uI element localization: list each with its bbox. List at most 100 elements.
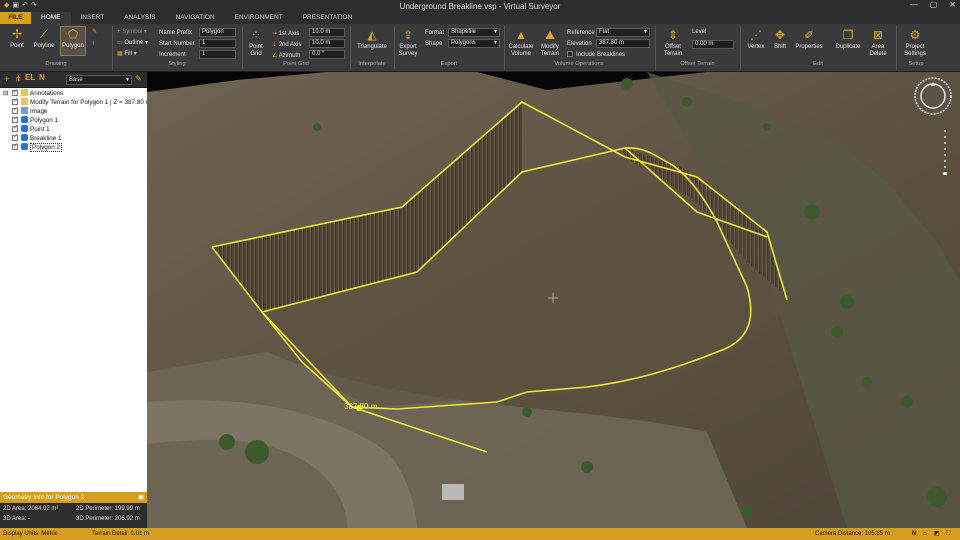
tab-home[interactable]: HOME xyxy=(31,12,71,24)
vertex-button[interactable]: ⋰ Vertex xyxy=(745,28,767,51)
shift-button[interactable]: ✥ Shift xyxy=(770,28,790,51)
layer-tree: ⊟ Annotations Modify Terrain for Polygon … xyxy=(0,88,151,152)
tree-item-polygon-1[interactable]: Polygon 1 xyxy=(0,115,147,125)
polygon-icon: ⬠ xyxy=(67,27,79,41)
terrain-scene[interactable]: 387.80 m xyxy=(147,72,960,528)
tab-navigation[interactable]: NAVIGATION xyxy=(166,12,225,24)
name-prefix-input[interactable]: Polygon xyxy=(199,28,236,37)
point-label: Point xyxy=(10,43,24,49)
azimuth-text: Azimuth xyxy=(278,53,301,59)
visibility-checkbox[interactable] xyxy=(12,124,18,133)
second-axis-input[interactable]: 10.0 m xyxy=(309,39,345,48)
elevation-input[interactable]: 387.80 m xyxy=(596,39,650,48)
modify-terrain-button[interactable]: ⛰ Modify Terrain xyxy=(537,28,563,58)
tab-presentation[interactable]: PRESENTATION xyxy=(293,12,363,24)
triangulate-button[interactable]: ◭ Triangulate xyxy=(353,28,391,51)
folder-icon xyxy=(21,98,28,105)
increment-input[interactable]: 1 xyxy=(199,50,236,59)
tree-item-label: Polygon 2 xyxy=(30,143,63,152)
offset-terrain-button[interactable]: ⇕ Offset Terrain xyxy=(659,28,687,58)
hierarchy-icon[interactable]: ⋔ xyxy=(15,74,22,83)
snap-icon[interactable]: ⌇ xyxy=(92,40,95,47)
gear-icon: ⚙ xyxy=(909,28,921,42)
layer-select[interactable]: Base ▾ xyxy=(66,75,132,85)
close-button[interactable]: ✕ xyxy=(949,0,956,9)
tab-file[interactable]: FILE xyxy=(0,12,31,24)
tree-item-image[interactable]: Image xyxy=(0,106,147,116)
status-bar: Display Units: Metric Terrain Detail: 0.… xyxy=(0,528,960,540)
symbol-dropdown[interactable]: + Symbol ▾ xyxy=(117,28,147,35)
duplicate-button[interactable]: ❐ Duplicate xyxy=(833,28,863,51)
minimize-button[interactable]: — xyxy=(910,0,918,9)
north-toggle[interactable]: N xyxy=(39,73,45,82)
include-breaklines-checkbox[interactable]: Include Breaklines xyxy=(567,51,625,58)
visibility-checkbox[interactable] xyxy=(12,142,18,151)
terrain-detail: Terrain Detail: 0.01 m xyxy=(92,531,150,537)
perimeter-3d: 3D Perimeter: 206.92 m xyxy=(76,516,140,522)
tree-item-polygon-2[interactable]: Polygon 2 xyxy=(0,142,147,152)
window-title: Underground Breakline.vsp - Virtual Surv… xyxy=(399,2,561,11)
name-prefix-label: Name Prefix xyxy=(159,30,193,36)
pen-tool-icon[interactable]: ✎ xyxy=(92,28,97,35)
tree-item-point-1[interactable]: Point 1 xyxy=(0,124,147,134)
visibility-checkbox[interactable] xyxy=(12,115,18,124)
first-axis-input[interactable]: 10.0 m xyxy=(309,28,345,37)
polygon-button[interactable]: ⬠ Polygon xyxy=(60,26,86,56)
tab-insert[interactable]: INSERT xyxy=(71,12,115,24)
reference-select[interactable]: Flat ▾ xyxy=(596,28,650,37)
polyline-button[interactable]: ⟋ Polyline xyxy=(31,27,57,50)
tab-environment[interactable]: ENVIRONMENT xyxy=(225,12,293,24)
vertex-label: Vertex xyxy=(747,44,765,50)
add-icon[interactable]: + xyxy=(4,74,9,84)
fullscreen-icon[interactable]: ⛶ xyxy=(946,528,950,540)
export-survey-button[interactable]: ⇪ Export Survey xyxy=(396,28,420,58)
perimeter-2d: 2D Perimeter: 199.99 m xyxy=(76,506,140,512)
visibility-checkbox[interactable] xyxy=(12,106,18,115)
level-input[interactable]: 0.00 m xyxy=(692,40,734,49)
group-offset-label: Offset Terrain xyxy=(680,61,715,67)
tab-analysis[interactable]: ANALYSIS xyxy=(114,12,165,24)
visibility-checkbox[interactable] xyxy=(12,133,18,142)
shape-select[interactable]: Polygons ▾ xyxy=(448,39,500,48)
tree-item-annotations[interactable]: ⊟ Annotations xyxy=(0,88,147,98)
format-select[interactable]: Shapefile ▾ xyxy=(448,28,500,37)
project-settings-button[interactable]: ⚙ Project Settings xyxy=(900,28,930,58)
polyline-icon: ⟋ xyxy=(39,27,49,41)
azimuth-input[interactable]: 0.0 ° xyxy=(309,50,345,59)
calculate-volume-button[interactable]: ▲ Calculate Volume xyxy=(507,28,535,58)
duplicate-label: Duplicate xyxy=(835,44,861,50)
project-toolbar: + ⋔ EL N Base ▾ ✎ xyxy=(0,72,147,88)
north-button[interactable]: N xyxy=(912,528,916,540)
vehicle xyxy=(442,484,464,500)
point-button[interactable]: ✢ Point xyxy=(6,27,28,50)
point-grid-button[interactable]: ⁘ Point Grid xyxy=(245,28,267,58)
move-icon: ✥ xyxy=(774,28,786,42)
start-number-input[interactable]: 1 xyxy=(199,39,236,48)
properties-label: Properties xyxy=(795,44,823,50)
pencil-icon[interactable]: ✎ xyxy=(135,74,142,83)
collapse-icon[interactable]: ⊟ xyxy=(3,89,8,98)
area-delete-label: Area Delete xyxy=(869,44,887,57)
home-view-icon[interactable]: ⌂ xyxy=(923,528,927,540)
reference-value: Flat xyxy=(599,29,610,35)
outline-dropdown[interactable]: ▭ Outline ▾ xyxy=(117,39,148,46)
elevation-toggle[interactable]: EL xyxy=(25,73,35,82)
collapse-icon[interactable]: ▣ xyxy=(138,492,144,503)
calculate-volume-label: Calculate Volume xyxy=(508,44,534,57)
top-view-icon[interactable]: ◩ xyxy=(934,528,940,540)
properties-button[interactable]: ✐ Properties xyxy=(793,28,825,51)
shape-value: Polygons xyxy=(451,40,476,46)
volume-icon: ▲ xyxy=(515,28,527,42)
maximize-button[interactable]: ▢ xyxy=(930,0,938,9)
fill-dropdown[interactable]: ▦ Fill ▾ xyxy=(117,50,137,57)
visibility-checkbox[interactable] xyxy=(12,97,18,106)
tree-item-breakline-1[interactable]: Breakline 1 xyxy=(0,133,147,143)
tree-item-modify-terrain[interactable]: Modify Terrain for Polygon 1 | Z = 387.8… xyxy=(0,97,151,107)
start-number-label: Start Number xyxy=(159,41,195,47)
layer-select-value: Base xyxy=(69,77,83,83)
offset-icon: ⇕ xyxy=(667,28,679,42)
visibility-checkbox[interactable] xyxy=(12,88,18,97)
terrain-viewport[interactable]: 387.80 m xyxy=(147,72,960,528)
area-delete-button[interactable]: ⊠ Area Delete xyxy=(866,28,890,58)
image-layer-icon xyxy=(21,107,28,114)
